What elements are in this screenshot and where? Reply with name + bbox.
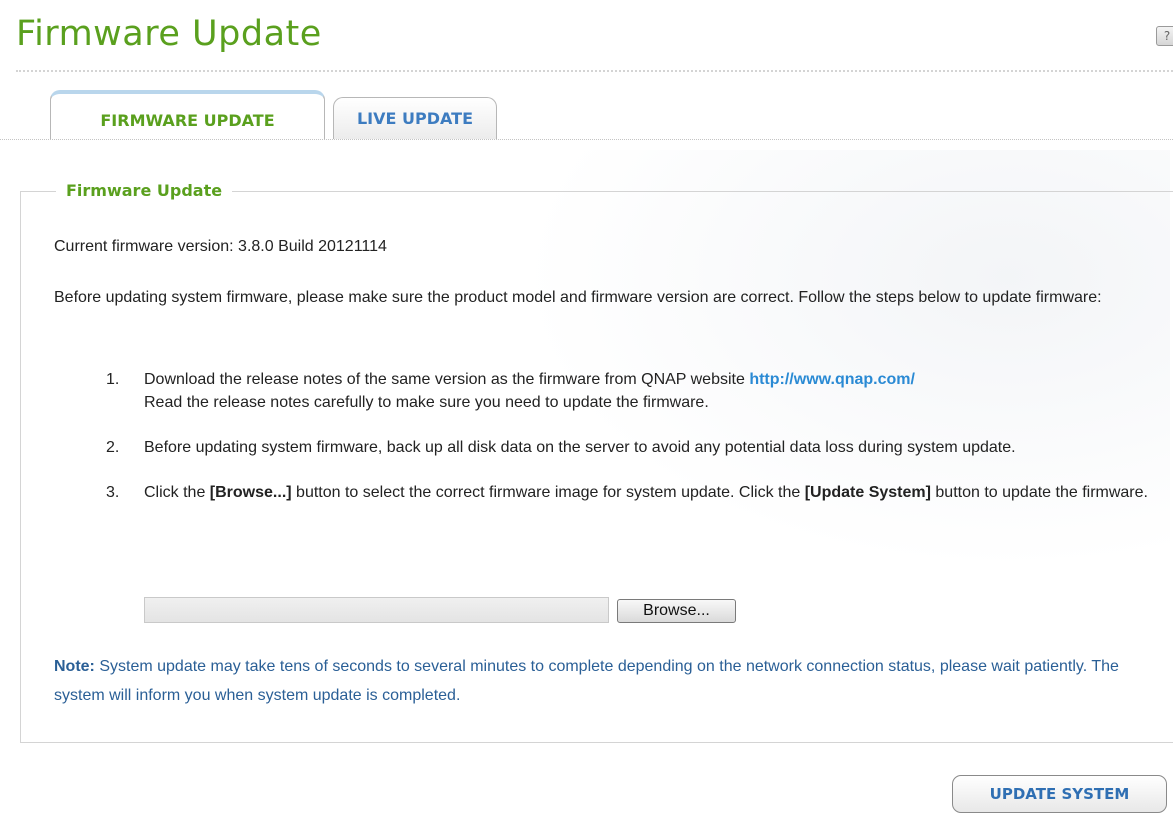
note-text: Note: System update may take tens of sec… [54, 652, 1154, 710]
browse-reference: [Browse...] [209, 484, 292, 501]
step-text: Download the release notes of the same v… [144, 371, 750, 388]
tab-firmware-update[interactable]: FIRMWARE UPDATE [50, 90, 325, 140]
update-system-button[interactable]: UPDATE SYSTEM [952, 775, 1167, 813]
step-text-continued: Read the release notes carefully to make… [144, 394, 709, 411]
step-text-end: button to update the firmware. [930, 484, 1148, 501]
tabs-divider [0, 139, 1173, 140]
intro-text: Before updating system firmware, please … [54, 289, 1102, 306]
tab-live-update[interactable]: LIVE UPDATE [333, 97, 497, 139]
note-body: System update may take tens of seconds t… [54, 658, 1119, 704]
step-number: 2. [106, 439, 120, 456]
update-system-reference: [Update System] [804, 484, 931, 501]
step-number: 3. [106, 484, 120, 501]
help-icon[interactable]: ? [1156, 26, 1173, 46]
step-number: 1. [106, 371, 120, 388]
title-divider [16, 70, 1173, 72]
list-item: 1. Download the release notes of the sam… [54, 368, 1154, 414]
current-firmware-version: Current firmware version: 3.8.0 Build 20… [54, 238, 387, 255]
page-title: Firmware Update [16, 14, 322, 54]
list-item: 3. Click the [Browse...] button to selec… [54, 481, 1154, 504]
qnap-website-link[interactable]: http://www.qnap.com/ [749, 371, 915, 388]
step-text: Before updating system firmware, back up… [144, 439, 1016, 456]
step-text-middle: button to select the correct firmware im… [291, 484, 805, 501]
step-text: Click the [144, 484, 210, 501]
firmware-file-input[interactable] [144, 597, 609, 623]
fieldset-legend: Firmware Update [56, 181, 233, 200]
list-item: 2. Before updating system firmware, back… [54, 436, 1154, 459]
note-label: Note: [54, 658, 95, 675]
browse-button[interactable]: Browse... [617, 599, 736, 623]
steps-list: 1. Download the release notes of the sam… [54, 368, 1154, 504]
